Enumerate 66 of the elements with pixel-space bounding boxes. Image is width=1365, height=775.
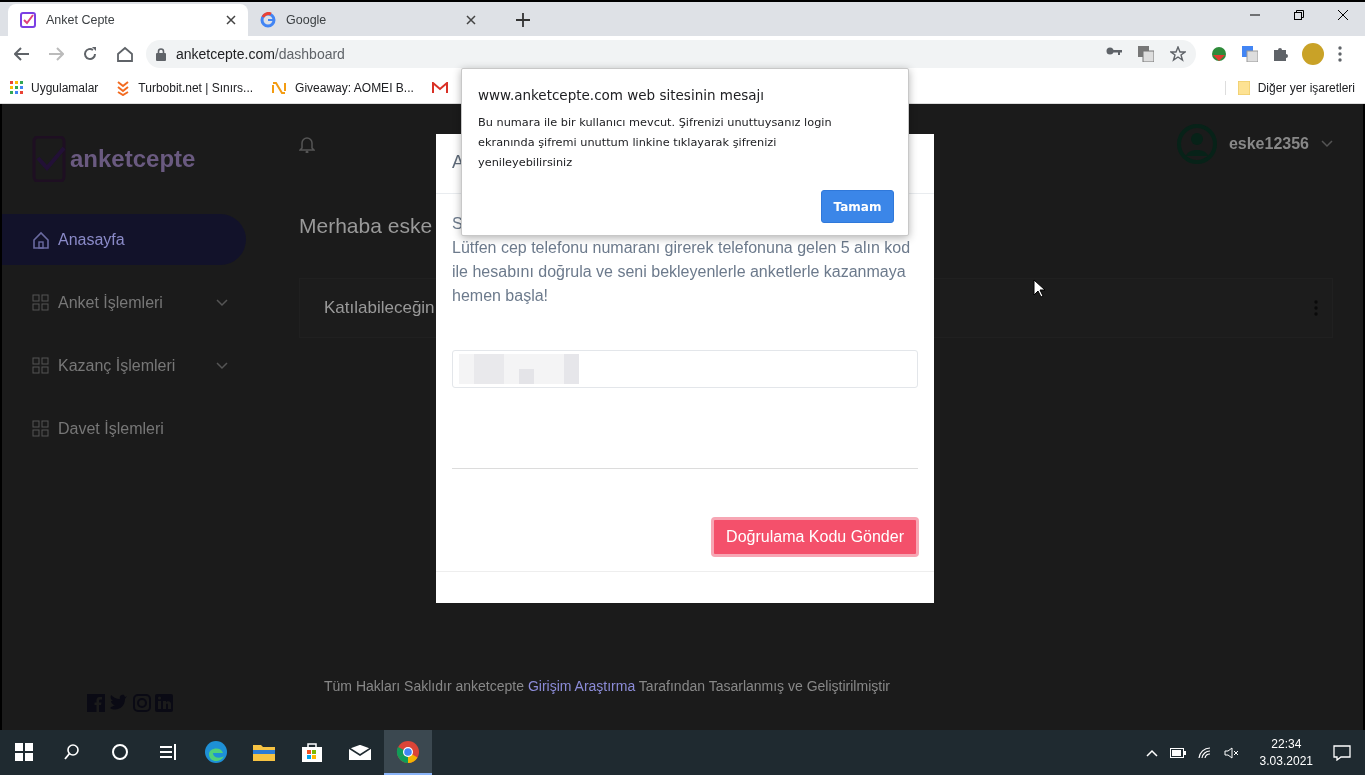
bookmark-link[interactable]: Turbobit.net | Sınırs... <box>116 79 254 96</box>
close-icon[interactable] <box>226 15 236 25</box>
bookmark-link[interactable]: Giveaway: AOMEI B... <box>271 80 414 95</box>
shopping-bag-icon[interactable] <box>301 740 323 763</box>
dialog-text: Lütfen cep telefonu numaranı girerek telefonuna gelen 5 alın kod ile hesabını doğrula ve seni bekleyenlerle anketlerle kazanmaya hemen başla! <box>452 238 912 306</box>
home-icon[interactable] <box>116 46 134 62</box>
search-icon[interactable] <box>63 742 81 761</box>
puzzle-icon[interactable] <box>1272 46 1288 62</box>
grid-icon <box>32 356 50 375</box>
wifi-icon[interactable] <box>1197 746 1212 759</box>
browser-tab[interactable]: Google <box>248 4 488 36</box>
url-text[interactable]: anketcepte.com/dashboard <box>176 46 345 62</box>
task-view-icon[interactable] <box>159 742 177 761</box>
gmail-icon[interactable] <box>431 81 448 94</box>
lock-icon <box>156 47 166 61</box>
sidebar-item[interactable]: Kazanç İşlemleri <box>2 340 246 391</box>
chevron-up-icon[interactable] <box>1145 748 1158 757</box>
chrome-icon[interactable] <box>396 739 420 764</box>
battery-icon[interactable] <box>1169 747 1186 758</box>
taskbar-app-button[interactable] <box>384 730 432 775</box>
bookmark-link[interactable]: Diğer yer işaretleri <box>1224 80 1355 95</box>
reload-icon[interactable] <box>82 46 98 62</box>
greeting-text: Merhaba eske <box>299 214 433 238</box>
logo-icon <box>20 12 36 28</box>
clock-text[interactable]: 22:34 3.03.2021 <box>1259 737 1313 768</box>
ok-button[interactable]: Tamam <box>821 190 894 223</box>
address-bar[interactable]: anketcepte.com/dashboard <box>146 40 1196 68</box>
username[interactable]: eske12356 <box>1228 135 1309 153</box>
envelope-icon[interactable] <box>348 742 372 761</box>
windows-start-icon[interactable] <box>15 742 33 761</box>
translate-icon[interactable] <box>1138 46 1154 62</box>
grid-icon <box>32 419 50 438</box>
plus-icon[interactable] <box>516 13 530 27</box>
footer-text: Tüm Hakları Saklıdır anketcepte Girişim Araştırma Tarafından Tasarlanmış ve Geliştirilmiştir <box>324 678 891 694</box>
apps-grid-icon <box>10 81 23 94</box>
browser-tab[interactable]: Anket Cepte <box>8 4 248 36</box>
notification-icon[interactable] <box>1333 744 1351 761</box>
close-icon[interactable] <box>1338 10 1348 20</box>
alert-title: www.anketcepte.com web sitesinin mesajı <box>478 87 766 103</box>
zigzag-icon <box>271 80 288 95</box>
grid-icon <box>32 293 50 312</box>
edge-icon[interactable] <box>204 739 228 764</box>
alert-message: Bu numara ile bir kullanıcı mevcut. Şifrenizi unuttuysanız login ekranında şifremi unuttum linkine tıklayarak şifrenizi yenileyebilirsiniz <box>478 115 833 171</box>
folder-icon <box>1237 80 1250 95</box>
chevrons-icon <box>116 79 131 96</box>
speaker-muted-icon[interactable] <box>1223 746 1240 759</box>
circle-icon[interactable] <box>111 742 129 761</box>
footer-link[interactable]: Girişim Araştırma <box>527 678 636 694</box>
more-icon[interactable] <box>1338 46 1342 62</box>
phone-check-icon <box>32 136 66 182</box>
mouse-cursor-icon <box>1033 279 1045 298</box>
card-title: Katılabileceğin <box>324 298 435 318</box>
translate-icon[interactable] <box>1242 46 1258 62</box>
google-icon <box>260 12 276 28</box>
star-icon[interactable] <box>1170 46 1186 62</box>
back-arrow-icon[interactable] <box>14 47 30 61</box>
close-icon[interactable] <box>466 15 476 25</box>
sidebar-item[interactable]: Anket İşlemleri <box>2 277 246 328</box>
sidebar-item[interactable]: Anasayfa <box>2 214 246 265</box>
sidebar-item[interactable]: Davet İşlemleri <box>2 403 246 454</box>
logo-text: anketcepte <box>70 145 196 173</box>
home-icon <box>32 230 50 249</box>
restore-icon[interactable] <box>1294 10 1304 20</box>
key-icon[interactable] <box>1106 46 1122 56</box>
bookmark-link[interactable]: Uygulamalar <box>10 80 99 95</box>
phone-input-field[interactable] <box>452 350 918 388</box>
